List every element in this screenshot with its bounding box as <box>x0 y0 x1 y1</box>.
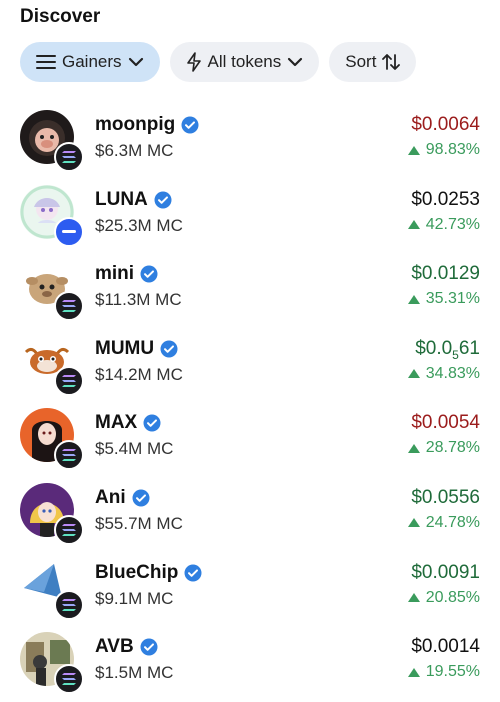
token-row-mumu[interactable]: MUMU $14.2M MC $0.0561 34.83% <box>0 324 500 399</box>
minus-chain-icon <box>54 216 84 247</box>
token-row-bluechip[interactable]: BlueChip $9.1M MC $0.0091 20.85% <box>0 548 500 623</box>
price-main: $0.0 <box>415 337 453 359</box>
chevron-down-icon <box>128 57 144 67</box>
token-name: LUNA <box>95 188 148 210</box>
verified-badge-icon <box>181 116 199 134</box>
up-arrow-icon <box>407 443 420 453</box>
token-price: $0.0556 <box>411 486 480 508</box>
verified-badge-icon <box>140 265 158 283</box>
token-list: moonpig $6.3M MC $0.0064 98.83% LUNA $25… <box>0 100 500 697</box>
page-title: Discover <box>20 6 101 27</box>
token-price: $0.0054 <box>411 412 480 434</box>
price-change: 98.83% <box>407 141 480 159</box>
price-change-value: 35.31% <box>425 290 480 308</box>
price-change: 24.78% <box>407 513 480 532</box>
token-name: MUMU <box>95 337 155 359</box>
up-arrow-icon <box>407 369 420 379</box>
price-change: 35.31% <box>407 290 480 308</box>
price-change-value: 28.78% <box>425 439 480 457</box>
price-change-value: 19.55% <box>425 663 480 681</box>
solana-chain-icon <box>54 142 84 172</box>
token-row-avb[interactable]: AVB $1.5M MC $0.0014 19.55% <box>0 622 500 697</box>
token-name: Ani <box>95 486 126 508</box>
chevron-down-icon <box>287 57 303 67</box>
token-row-ani[interactable]: Ani $55.7M MC $0.0556 24.78% <box>0 473 500 548</box>
hamburger-icon <box>36 54 56 70</box>
token-row-moonpig[interactable]: moonpig $6.3M MC $0.0064 98.83% <box>0 100 500 175</box>
up-arrow-icon <box>407 145 420 155</box>
sort-button[interactable]: Sort <box>329 42 417 82</box>
filter-bar: Gainers All tokens Sort <box>20 42 417 82</box>
up-arrow-icon <box>407 220 420 230</box>
verified-badge-icon <box>160 340 178 358</box>
token-price: $0.0064 <box>411 114 480 135</box>
all-tokens-filter-label: All tokens <box>207 52 282 71</box>
token-price: $0.0091 <box>411 561 480 583</box>
price-change: 42.73% <box>407 215 480 234</box>
token-row-luna[interactable]: LUNA $25.3M MC $0.0253 42.73% <box>0 175 500 250</box>
token-name: AVB <box>95 636 134 658</box>
all-tokens-filter-button[interactable]: All tokens <box>169 42 320 82</box>
price-change-value: 42.73% <box>425 215 480 233</box>
price-change-value: 24.78% <box>425 513 480 531</box>
price-change-value: 98.83% <box>425 141 480 158</box>
up-arrow-icon <box>407 593 420 603</box>
token-price: $0.0561 <box>415 338 480 362</box>
solana-chain-icon <box>54 589 84 620</box>
market-cap: $1.5M MC <box>95 663 174 683</box>
price-change: 20.85% <box>407 588 480 607</box>
price-change: 19.55% <box>407 663 480 681</box>
price-change: 28.78% <box>407 439 480 457</box>
token-name: moonpig <box>95 114 176 135</box>
gainers-filter-label: Gainers <box>62 52 122 71</box>
up-arrow-icon <box>407 294 420 304</box>
verified-badge-icon <box>184 564 202 582</box>
token-price: $0.0129 <box>411 263 480 285</box>
solana-chain-icon <box>54 291 84 322</box>
market-cap: $14.2M MC <box>95 364 183 384</box>
solana-chain-icon <box>54 664 84 695</box>
solana-chain-icon <box>54 514 84 545</box>
market-cap: $55.7M MC <box>95 513 183 533</box>
market-cap: $11.3M MC <box>95 290 182 310</box>
market-cap: $25.3M MC <box>95 215 183 235</box>
token-name: BlueChip <box>95 561 179 583</box>
token-row-max[interactable]: MAX $5.4M MC $0.0054 28.78% <box>0 398 500 473</box>
sort-arrows-icon <box>382 53 401 71</box>
gainers-filter-button[interactable]: Gainers <box>20 42 160 82</box>
market-cap: $5.4M MC <box>95 439 174 459</box>
verified-badge-icon <box>154 191 172 209</box>
token-price: $0.0253 <box>411 188 480 210</box>
token-name: MAX <box>95 412 138 434</box>
token-name: mini <box>95 263 135 285</box>
token-row-mini[interactable]: mini $11.3M MC $0.0129 35.31% <box>0 249 500 324</box>
price-change-value: 34.83% <box>425 364 480 382</box>
sort-label: Sort <box>345 52 377 71</box>
lightning-icon <box>186 52 202 72</box>
up-arrow-icon <box>407 667 420 677</box>
price-change-value: 20.85% <box>425 588 480 606</box>
price-change: 34.83% <box>407 364 480 383</box>
up-arrow-icon <box>407 518 420 528</box>
verified-badge-icon <box>132 489 150 507</box>
market-cap: $9.1M MC <box>95 588 174 608</box>
price-zero-count: 5 <box>452 347 459 362</box>
price-tail: 61 <box>458 337 480 359</box>
verified-badge-icon <box>140 638 158 656</box>
verified-badge-icon <box>143 414 161 432</box>
token-price: $0.0014 <box>411 636 480 658</box>
solana-chain-icon <box>54 365 84 396</box>
market-cap: $6.3M MC <box>95 141 174 160</box>
solana-chain-icon <box>54 440 84 471</box>
